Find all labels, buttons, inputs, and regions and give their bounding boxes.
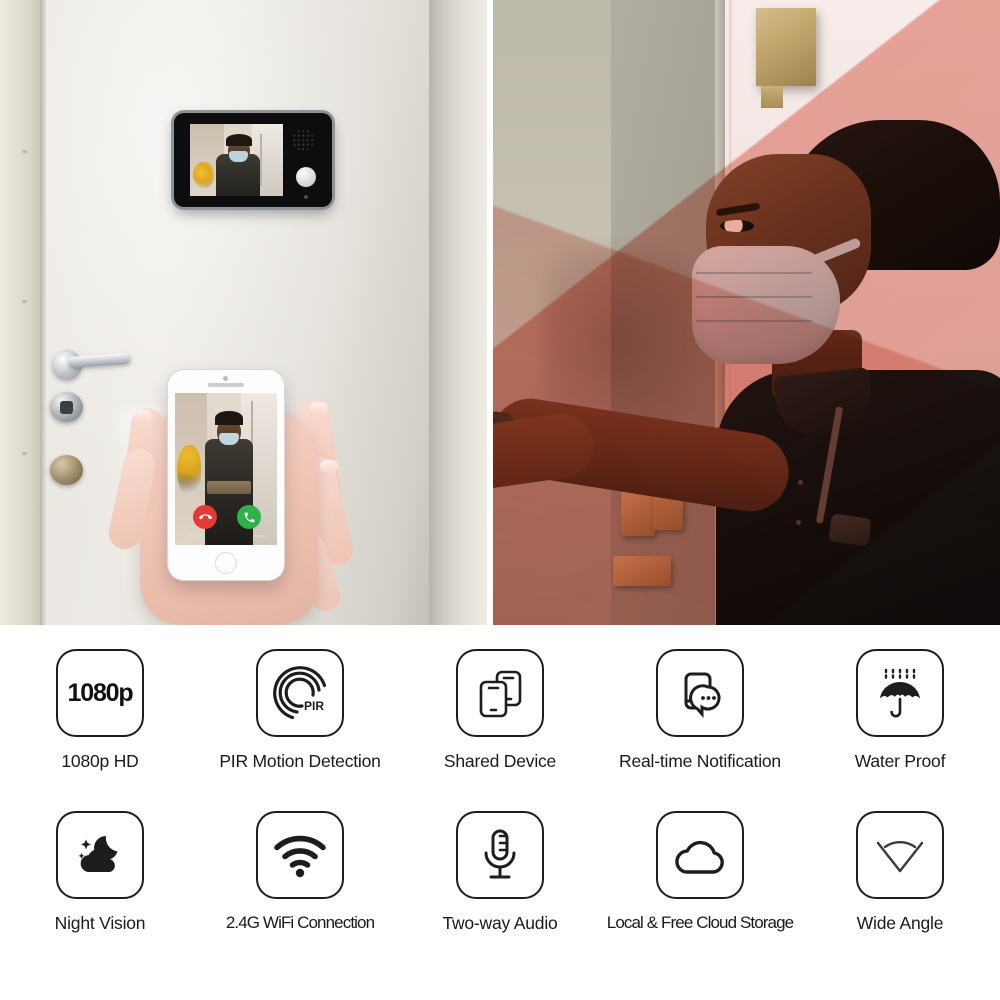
deadbolt-cylinder-icon [50,455,83,485]
wide-angle-icon [856,811,944,899]
door-jamb [0,0,42,625]
notification-bubble-icon [656,649,744,737]
feature-label: Night Vision [54,913,146,933]
lock-cylinder-icon [50,392,83,422]
night-vision-moon-cloud-icon [56,811,144,899]
brass-hardware [621,490,655,536]
visitor-woman [493,120,1000,625]
resolution-1080p-icon: 1080p [56,649,144,737]
wifi-arcs-icon [274,835,326,878]
phone-earpiece-speaker [208,383,244,387]
feature-label: 1080p HD [61,751,139,771]
brass-hardware [613,556,671,586]
indoor-video-monitor [174,113,332,207]
two-phones-icon [479,670,522,718]
phone-answer-icon [244,512,254,522]
shirt-button [798,480,803,485]
umbrella-with-rain-icon [880,668,920,718]
fingernail [134,410,152,423]
face-mask-icon [692,246,840,364]
monitor-scene-flowers [193,162,214,188]
hand-holding-phone: Decline Accept [105,352,356,625]
jamb-screw [22,300,27,303]
feature-shared-device[interactable]: Shared Device [400,649,600,811]
accept-call-button[interactable] [237,505,261,529]
keyhole [60,401,73,414]
visitor-badge [828,513,872,547]
call-visitor-face-mask [219,433,239,445]
face-mask-pleat [696,272,812,274]
monitor-talk-button[interactable] [296,167,316,187]
monitor-visitor-hair [226,134,252,146]
phone-screen-video-call: Decline Accept [175,393,277,545]
feature-label: Real-time Notification [619,751,781,771]
resolution-1080p-text: 1080p [67,678,134,707]
wide-angle-v-icon [876,841,924,873]
feature-grid: 1080p 1080p HD PIR PIR Motion Detection … [0,625,1000,1000]
microphone-icon [456,811,544,899]
feature-label: Shared Device [443,751,557,771]
face-mask-pleat [696,296,812,298]
cloud-storage-icon [656,811,744,899]
photo-visitor-at-peephole-camera [493,0,1000,625]
call-visitor-hair [215,411,243,425]
moon-cloud-stars-icon [78,836,118,872]
feature-water-proof[interactable]: Water Proof [800,649,1000,811]
phone-hangup-icon [198,513,212,519]
wifi-icon [256,811,344,899]
decline-call-label: Decline [187,533,202,538]
cloud-icon [675,840,724,874]
decline-call-button[interactable] [193,505,217,529]
feature-label: Local & Free Cloud Storage [606,913,794,932]
umbrella-waterproof-icon [856,649,944,737]
feature-label: 2.4G WiFi Connection [225,913,375,932]
brass-door-plate-tail [761,86,783,108]
accept-call-label: Accept [253,533,267,538]
door-right-wall [429,0,487,625]
jamb-screw [22,150,27,153]
feature-night-vision[interactable]: Night Vision [0,811,200,973]
feature-wide-angle[interactable]: Wide Angle [800,811,1000,973]
phone-with-chat-bubble-icon [684,672,721,718]
fingernail [320,460,338,473]
phone-front-camera-icon [223,376,228,381]
brass-door-plate [756,8,816,86]
feature-wifi-connection[interactable]: 2.4G WiFi Connection [200,811,400,973]
hero-photo-section: Decline Accept [0,0,1000,625]
face-mask-pleat [696,320,812,322]
feature-realtime-notification[interactable]: Real-time Notification [600,649,800,811]
feature-label: PIR Motion Detection [219,751,381,771]
smartphone: Decline Accept [168,370,284,580]
feature-1080p-hd[interactable]: 1080p 1080p HD [0,649,200,811]
shared-device-icon [456,649,544,737]
shirt-button [796,520,801,525]
feature-two-way-audio[interactable]: Two-way Audio [400,811,600,973]
feature-row-2: Night Vision 2.4G WiFi Connection Two-wa… [0,811,1000,973]
feature-label: Two-way Audio [442,913,558,933]
monitor-visitor-face-mask [229,151,248,162]
call-scene-flowers [177,445,201,497]
pir-label-text: PIR [304,699,324,713]
feature-label: Wide Angle [856,913,944,933]
feature-pir-motion-detection[interactable]: PIR PIR Motion Detection [200,649,400,811]
feature-row-1: 1080p 1080p HD PIR PIR Motion Detection … [0,649,1000,811]
mic-icon [484,829,516,879]
jamb-screw [22,452,27,455]
pir-sensor-icon: PIR [256,649,344,737]
monitor-scene-hallway-edge [260,134,262,186]
monitor-status-led [304,195,308,199]
photo-door-with-monitor-and-phone: Decline Accept [0,0,487,625]
door-jamb-seam [40,0,44,625]
monitor-screen [190,124,283,196]
product-feature-page: Decline Accept 1080p 1080p HD PIR PIR Mo… [0,0,1000,1000]
feature-label: Water Proof [854,751,946,771]
phone-home-button[interactable] [215,552,237,574]
pir-arcs-icon: PIR [273,666,327,720]
visitor-eye [720,220,754,232]
fingernail [310,402,328,415]
monitor-speaker-grille-icon [292,129,314,151]
feature-cloud-storage[interactable]: Local & Free Cloud Storage [600,811,800,973]
call-visitor-package [207,481,251,494]
